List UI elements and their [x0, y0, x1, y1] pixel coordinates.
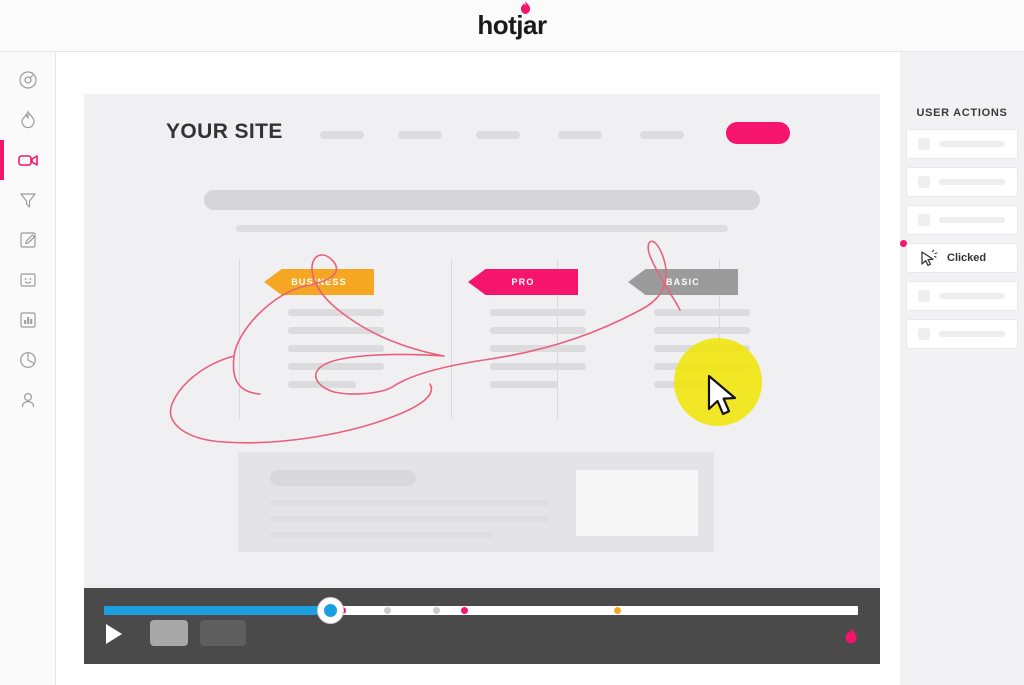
user-action-label: Clicked: [947, 252, 987, 264]
site-header: YOUR SITE: [84, 94, 880, 176]
block-line: [270, 532, 494, 538]
flame-icon[interactable]: [844, 627, 858, 644]
pricing-ribbon-pro[interactable]: PRO: [468, 269, 578, 295]
user-action-item[interactable]: [906, 129, 1018, 159]
block-title-placeholder: [270, 470, 416, 486]
mouse-cursor-icon: [707, 374, 737, 416]
feature-line: [288, 381, 356, 388]
nav-placeholder[interactable]: [320, 131, 364, 139]
user-action-item[interactable]: [906, 167, 1018, 197]
recording-stage: YOUR SITE BUSINESS PRO BASIC: [56, 52, 900, 685]
action-label-placeholder: [939, 331, 1005, 337]
feature-line: [288, 309, 384, 316]
top-bar: hotjar: [0, 0, 1024, 52]
video-camera-icon: [18, 155, 38, 166]
feature-line: [490, 327, 586, 334]
form-edit-icon: [20, 232, 36, 248]
action-icon-placeholder: [918, 214, 930, 226]
sidebar-item-forms[interactable]: [0, 220, 56, 260]
left-sidebar: [0, 52, 56, 685]
nav-placeholder[interactable]: [476, 131, 520, 139]
column-divider: [451, 259, 452, 419]
user-action-item-clicked[interactable]: Clicked: [906, 243, 1018, 273]
action-label-placeholder: [939, 141, 1005, 147]
progress-track[interactable]: [104, 598, 858, 623]
user-action-item[interactable]: [906, 205, 1018, 235]
sidebar-item-dashboard[interactable]: [0, 60, 56, 100]
action-icon-placeholder: [918, 176, 930, 188]
feature-line: [490, 381, 558, 388]
hotjar-logo[interactable]: hotjar: [477, 1, 547, 41]
cursor-click-icon: [921, 249, 938, 266]
nav-placeholder[interactable]: [640, 131, 684, 139]
sidebar-item-polls[interactable]: [0, 300, 56, 340]
feature-line: [654, 309, 750, 316]
column-divider: [239, 259, 240, 419]
pricing-ribbon-basic[interactable]: BASIC: [628, 269, 738, 295]
timeline-marker[interactable]: [613, 607, 621, 614]
sidebar-item-surveys[interactable]: [0, 340, 56, 380]
flame-icon: [21, 110, 35, 129]
sidebar-item-heatmaps[interactable]: [0, 100, 56, 140]
progress-fill: [104, 606, 331, 615]
feature-line: [654, 327, 750, 334]
play-button[interactable]: [106, 624, 122, 644]
user-actions-title: USER ACTIONS: [916, 107, 1008, 119]
action-label-placeholder: [939, 293, 1005, 299]
nav-placeholder[interactable]: [398, 131, 442, 139]
sidebar-item-feedback[interactable]: [0, 260, 56, 300]
feedback-face-icon: [20, 273, 36, 287]
pricing-plan-label: BUSINESS: [291, 277, 347, 287]
bar-chart-icon: [20, 312, 36, 328]
action-label-placeholder: [939, 217, 1005, 223]
feature-line: [288, 327, 384, 334]
pie-chart-icon: [20, 352, 36, 368]
speed-button[interactable]: [150, 620, 188, 646]
flame-icon: [521, 1, 531, 14]
block-line: [270, 500, 550, 506]
feature-line: [490, 363, 586, 370]
user-actions-panel: USER ACTIONS Clicked: [900, 52, 1024, 685]
hotjar-recording-player: hotjar YOUR SITE BUSINESS PRO BASIC USER…: [0, 0, 1024, 685]
funnel-icon: [20, 193, 36, 208]
feature-line: [288, 363, 384, 370]
user-action-item[interactable]: [906, 319, 1018, 349]
action-icon-placeholder: [918, 138, 930, 150]
content-block: [238, 452, 714, 552]
action-icon-placeholder: [918, 290, 930, 302]
progress-scrubber[interactable]: [318, 598, 344, 623]
timeline-marker[interactable]: [432, 607, 440, 614]
action-label-placeholder: [939, 179, 1005, 185]
pricing-ribbon-business[interactable]: BUSINESS: [264, 269, 374, 295]
site-cta-button[interactable]: [726, 122, 790, 144]
sidebar-item-funnels[interactable]: [0, 180, 56, 220]
player-controls: [84, 588, 880, 664]
hero-headline-placeholder: [204, 190, 760, 210]
timeline-marker[interactable]: [461, 607, 469, 614]
user-action-item[interactable]: [906, 281, 1018, 311]
feature-line: [490, 345, 586, 352]
logo-text: hotjar: [477, 10, 547, 40]
pricing-plan-label: PRO: [511, 277, 535, 287]
active-indicator: [0, 140, 4, 180]
action-icon-placeholder: [918, 328, 930, 340]
nav-placeholder[interactable]: [558, 131, 602, 139]
feature-line: [490, 309, 586, 316]
sidebar-item-recordings[interactable]: [0, 140, 56, 180]
timeline-marker[interactable]: [383, 607, 391, 614]
sidebar-item-recruiters[interactable]: [0, 380, 56, 420]
hero-subline-placeholder: [236, 225, 728, 232]
options-button[interactable]: [200, 620, 246, 646]
user-icon: [21, 392, 35, 408]
gauge-icon: [19, 71, 37, 89]
pricing-plan-label: BASIC: [665, 277, 700, 287]
feature-line: [288, 345, 384, 352]
block-line: [270, 516, 550, 522]
site-title: YOUR SITE: [166, 120, 283, 143]
recorded-site-viewport: YOUR SITE BUSINESS PRO BASIC: [84, 94, 880, 594]
block-image-placeholder: [576, 470, 698, 536]
